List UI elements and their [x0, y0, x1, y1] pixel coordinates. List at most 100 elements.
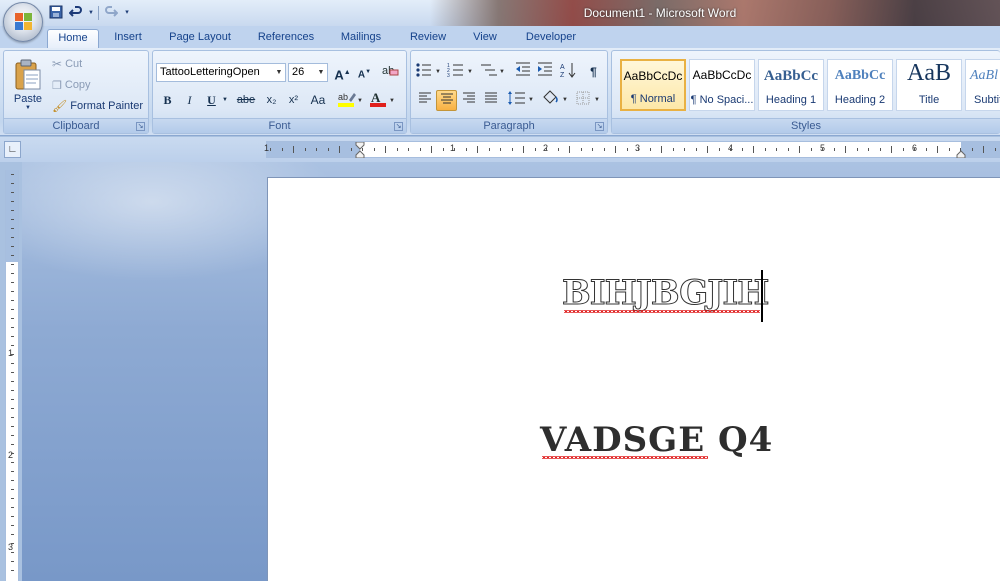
font-name-dropdown-icon[interactable]: ▼	[273, 64, 285, 81]
ruler-tick	[557, 148, 559, 151]
vruler-tick	[11, 246, 14, 247]
ruler-tick	[753, 146, 754, 153]
borders-icon: ▼	[576, 91, 600, 105]
style-no-spacing[interactable]: AaBbCcDc ¶ No Spaci...	[689, 59, 755, 111]
style-heading-2-sample: AaBbCc	[834, 68, 886, 83]
clipboard-group-label: Clipboard	[4, 118, 148, 133]
font-name-combo[interactable]: TattooLetteringOpen ▼	[156, 63, 286, 82]
shading-button[interactable]: ▼	[540, 90, 570, 111]
ruler-tick	[534, 148, 536, 151]
increase-indent-button[interactable]	[534, 62, 555, 83]
document-text-line-1[interactable]: BIHJBGJIH	[561, 274, 769, 313]
shrink-font-button[interactable]: A▼	[354, 62, 375, 83]
document-page[interactable]	[267, 177, 1000, 581]
vruler-tick	[11, 381, 14, 382]
vruler-tick	[11, 498, 14, 499]
copy-button[interactable]: ❐ Copy	[52, 75, 91, 95]
numbering-button[interactable]: 1 2 3 ▼	[446, 62, 476, 83]
multilevel-list-button[interactable]: ▼	[478, 62, 508, 83]
right-indent-marker[interactable]	[956, 142, 966, 159]
tab-references[interactable]: References	[248, 29, 324, 48]
vruler-tick	[11, 507, 14, 508]
tab-developer[interactable]: Developer	[514, 29, 588, 48]
align-right-button[interactable]	[458, 90, 479, 111]
tab-mailings[interactable]: Mailings	[332, 29, 390, 48]
change-case-button[interactable]: Aa	[306, 90, 330, 111]
superscript-button[interactable]: x²	[283, 90, 304, 111]
strikethrough-button[interactable]: abe	[233, 90, 259, 111]
sort-button[interactable]: AZ	[558, 62, 579, 83]
tab-page-layout[interactable]: Page Layout	[160, 29, 240, 48]
ruler-tick	[799, 146, 800, 153]
ribbon: Paste ▼ ✂ Cut ❐ Copy 🖌 Format Painter Cl…	[0, 48, 1000, 136]
tab-view[interactable]: View	[464, 29, 506, 48]
font-size-dropdown-icon[interactable]: ▼	[315, 64, 327, 81]
paste-dropdown-icon: ▼	[25, 105, 31, 111]
style-no-spacing-sample: AaBbCcDc	[692, 68, 752, 82]
paragraph-dialog-launcher[interactable]: ↘	[595, 122, 604, 131]
vruler-tick	[11, 453, 14, 454]
ruler-tick	[937, 146, 938, 153]
ruler-tick	[293, 146, 294, 153]
undo-icon[interactable]	[68, 5, 84, 21]
tab-review[interactable]: Review	[400, 29, 456, 48]
clear-formatting-button[interactable]: ab	[379, 62, 400, 83]
style-title[interactable]: AaB Title	[896, 59, 962, 111]
bold-button[interactable]: B	[157, 90, 178, 111]
document-text-line-2[interactable]: VADSGE Q4	[540, 420, 773, 460]
undo-dropdown-icon[interactable]: ▼	[88, 5, 94, 21]
bullets-button[interactable]: ▼	[414, 62, 444, 83]
center-align-button[interactable]	[436, 90, 457, 111]
format-painter-button[interactable]: 🖌 Format Painter	[52, 96, 143, 116]
show-formatting-button[interactable]: ¶	[583, 62, 604, 83]
vruler-tick	[11, 552, 14, 553]
font-color-button[interactable]: A ▼	[368, 90, 396, 111]
ruler-tick	[454, 148, 455, 151]
style-heading-1[interactable]: AaBbCc Heading 1	[758, 59, 824, 111]
decrease-indent-button[interactable]	[512, 62, 533, 83]
first-line-indent-marker[interactable]	[355, 141, 365, 159]
subscript-button[interactable]: x₂	[261, 90, 282, 111]
tab-home[interactable]: Home	[47, 29, 99, 49]
borders-button[interactable]: ▼	[574, 90, 604, 111]
redo-icon[interactable]	[103, 5, 119, 21]
ruler-tick	[649, 148, 651, 151]
justify-button[interactable]	[480, 90, 501, 111]
grow-font-button[interactable]: A▲	[332, 62, 353, 83]
style-heading-2[interactable]: AaBbCc Heading 2	[827, 59, 893, 111]
highlight-button[interactable]: ab ▼	[336, 90, 364, 111]
ruler-tick	[891, 146, 892, 153]
vertical-ruler[interactable]: 1 2 3	[5, 170, 19, 581]
style-subtitle[interactable]: AaBl Subtitle	[965, 59, 1000, 111]
align-right-icon	[462, 92, 475, 103]
tab-insert[interactable]: Insert	[104, 29, 152, 48]
paste-button[interactable]: Paste ▼	[8, 53, 48, 117]
line-spacing-button[interactable]: ▼	[506, 90, 536, 111]
cut-button[interactable]: ✂ Cut	[52, 54, 82, 74]
clipboard-dialog-launcher[interactable]: ↘	[136, 122, 145, 131]
save-icon[interactable]	[48, 5, 64, 21]
underline-dropdown-icon[interactable]: ▼	[221, 90, 229, 111]
ruler-tick	[925, 148, 927, 151]
office-button[interactable]	[3, 2, 43, 42]
vruler-tick	[11, 399, 14, 400]
customize-qat-icon[interactable]: ▾	[123, 5, 131, 21]
decrease-indent-icon	[515, 62, 530, 76]
ruler-tick	[511, 148, 513, 151]
vruler-tick	[11, 534, 14, 535]
tab-selector-button[interactable]: ∟	[4, 141, 21, 158]
font-size-combo[interactable]: 26 ▼	[288, 63, 328, 82]
svg-text:▼: ▼	[594, 97, 600, 103]
horizontal-ruler[interactable]: 1 1 2 3 4 5 6	[264, 141, 1000, 159]
style-normal[interactable]: AaBbCcDc ¶ Normal	[620, 59, 686, 111]
vruler-tick	[11, 363, 14, 364]
vruler-tick	[11, 264, 14, 265]
font-dialog-launcher[interactable]: ↘	[394, 122, 403, 131]
svg-text:▼: ▼	[528, 97, 534, 103]
underline-button[interactable]: U	[201, 90, 222, 111]
ruler-tick	[718, 148, 720, 151]
svg-text:3: 3	[447, 73, 450, 78]
line-spacing-icon: ▼	[508, 91, 534, 105]
italic-button[interactable]: I	[179, 90, 200, 111]
align-left-button[interactable]	[414, 90, 435, 111]
